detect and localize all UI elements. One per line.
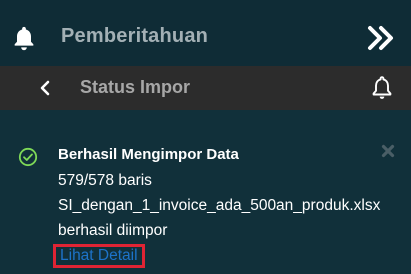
bell-outline-icon[interactable] <box>370 75 394 101</box>
close-icon[interactable] <box>381 144 395 158</box>
notification-panel: Berhasil Mengimpor Data 579/578 baris SI… <box>0 110 411 274</box>
notifications-header: Pemberitahuan <box>0 0 411 66</box>
check-circle-icon <box>18 147 38 167</box>
bell-icon <box>14 26 34 51</box>
status-text: berhasil diimpor <box>58 222 168 239</box>
chevron-left-icon[interactable] <box>36 78 54 98</box>
notification-title: Berhasil Mengimpor Data <box>58 146 239 163</box>
notifications-title: Pemberitahuan <box>61 25 209 47</box>
row-count-text: 579/578 baris <box>58 172 152 189</box>
view-detail-link[interactable]: Lihat Detail <box>53 244 145 268</box>
status-import-title: Status Impor <box>80 77 191 97</box>
filename-text: SI_dengan_1_invoice_ada_500an_produk.xls… <box>58 197 381 214</box>
double-chevron-right-icon[interactable] <box>365 22 397 54</box>
status-import-bar: Status Impor <box>0 66 411 110</box>
